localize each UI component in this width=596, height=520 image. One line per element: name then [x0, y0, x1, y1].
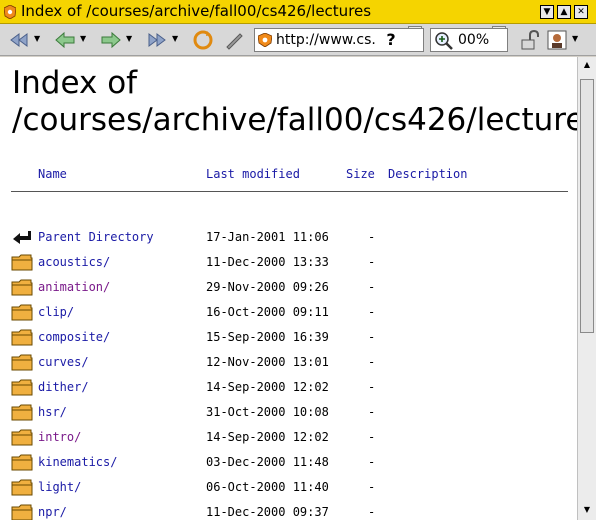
- entry-last-modified: 14-Sep-2000 12:02: [206, 430, 329, 444]
- table-row: light/06-Oct-2000 11:40 -: [0, 478, 577, 504]
- table-row: animation/29-Nov-2000 09:26 -: [0, 278, 577, 304]
- entry-size: -: [368, 305, 376, 319]
- site-icon: [258, 33, 272, 47]
- zoom-value[interactable]: 00%: [458, 32, 489, 48]
- folder-icon[interactable]: [11, 378, 33, 396]
- entry-name-link[interactable]: composite/: [38, 330, 110, 344]
- entry-last-modified: 17-Jan-2001 11:06: [206, 230, 329, 244]
- entry-name-link[interactable]: npr/: [38, 505, 67, 519]
- entry-name-link[interactable]: animation/: [38, 280, 110, 294]
- entry-name-link[interactable]: curves/: [38, 355, 89, 369]
- url-text[interactable]: http://www.cs.: [276, 32, 376, 48]
- entry-name-link[interactable]: light/: [38, 480, 81, 494]
- table-row: clip/16-Oct-2000 09:11 -: [0, 303, 577, 329]
- scroll-up-arrow-icon[interactable]: ▲: [581, 59, 593, 71]
- title-bar: Index of /courses/archive/fall00/cs426/l…: [0, 0, 596, 24]
- entry-name-link[interactable]: acoustics/: [38, 255, 110, 269]
- entry-size: -: [368, 405, 376, 419]
- edit-pen-icon[interactable]: [222, 28, 246, 52]
- parent-directory-icon[interactable]: [11, 228, 33, 246]
- zoom-magnifier-icon: [435, 32, 453, 50]
- entry-name-link[interactable]: hsr/: [38, 405, 67, 419]
- reload-icon[interactable]: [190, 28, 216, 52]
- folder-icon[interactable]: [11, 403, 33, 421]
- folder-icon[interactable]: [11, 453, 33, 471]
- rewind-menu-chevron-icon[interactable]: ▼: [34, 34, 40, 44]
- entry-name-link[interactable]: clip/: [38, 305, 74, 319]
- table-row: curves/12-Nov-2000 13:01 -: [0, 353, 577, 379]
- maximize-button[interactable]: ▲: [557, 5, 571, 19]
- entry-last-modified: 31-Oct-2000 10:08: [206, 405, 329, 419]
- entry-last-modified: 14-Sep-2000 12:02: [206, 380, 329, 394]
- forward-menu-chevron-icon[interactable]: ▼: [126, 34, 132, 44]
- entry-last-modified: 06-Oct-2000 11:40: [206, 480, 329, 494]
- column-header-name[interactable]: Name: [38, 167, 67, 181]
- column-header-description[interactable]: Description: [388, 167, 467, 181]
- minimize-button[interactable]: ▼: [540, 5, 554, 19]
- entry-last-modified: 12-Nov-2000 13:01: [206, 355, 329, 369]
- folder-icon[interactable]: [11, 428, 33, 446]
- window-title: Index of /courses/archive/fall00/cs426/l…: [21, 2, 372, 20]
- header-divider: [11, 191, 568, 192]
- folder-icon[interactable]: [11, 478, 33, 496]
- page-content: Index of /courses/archive/fall00/cs426/l…: [0, 57, 577, 520]
- table-row: intro/14-Sep-2000 12:02 -: [0, 428, 577, 454]
- zoom-field[interactable]: 00%: [430, 28, 508, 52]
- entry-size: -: [368, 480, 376, 494]
- table-row: hsr/31-Oct-2000 10:08 -: [0, 403, 577, 429]
- table-row: kinematics/03-Dec-2000 11:48 -: [0, 453, 577, 479]
- back-menu-chevron-icon[interactable]: ▼: [80, 34, 86, 44]
- entry-name-link[interactable]: kinematics/: [38, 455, 117, 469]
- forward-arrow-icon[interactable]: [98, 28, 124, 52]
- column-header-size[interactable]: Size: [346, 167, 375, 181]
- table-row: composite/15-Sep-2000 16:39 -: [0, 328, 577, 354]
- entry-last-modified: 29-Nov-2000 09:26: [206, 280, 329, 294]
- table-row: npr/11-Dec-2000 09:37 -: [0, 503, 577, 520]
- rewind-icon[interactable]: [6, 28, 32, 52]
- entry-size: -: [368, 430, 376, 444]
- entry-last-modified: 11-Dec-2000 13:33: [206, 255, 329, 269]
- scrollbar-thumb[interactable]: [580, 79, 594, 333]
- entry-name-link[interactable]: dither/: [38, 380, 89, 394]
- table-row: acoustics/11-Dec-2000 13:33 -: [0, 253, 577, 279]
- address-bar[interactable]: http://www.cs. ?: [254, 28, 424, 52]
- page-heading: Index of /courses/archive/fall00/cs426/l…: [12, 65, 577, 138]
- entry-last-modified: 16-Oct-2000 09:11: [206, 305, 329, 319]
- scroll-down-arrow-icon[interactable]: ▼: [581, 504, 593, 516]
- entry-size: -: [368, 455, 376, 469]
- entry-last-modified: 11-Dec-2000 09:37: [206, 505, 329, 519]
- folder-icon[interactable]: [11, 503, 33, 520]
- entry-size: -: [368, 380, 376, 394]
- help-icon[interactable]: ?: [381, 30, 401, 50]
- security-unlock-icon[interactable]: [518, 28, 540, 52]
- folder-icon[interactable]: [11, 278, 33, 296]
- entry-size: -: [368, 505, 376, 519]
- entry-size: -: [368, 255, 376, 269]
- user-profile-icon[interactable]: [546, 28, 568, 52]
- entry-size: -: [368, 230, 376, 244]
- back-arrow-icon[interactable]: [52, 28, 78, 52]
- folder-icon[interactable]: [11, 253, 33, 271]
- entry-size: -: [368, 280, 376, 294]
- entry-last-modified: 03-Dec-2000 11:48: [206, 455, 329, 469]
- fast-forward-menu-chevron-icon[interactable]: ▼: [172, 34, 178, 44]
- parent-directory-row: Parent Directory 17-Jan-2001 11:06 -: [0, 230, 577, 254]
- profile-menu-chevron-icon[interactable]: ▼: [572, 34, 578, 44]
- column-header-last-modified[interactable]: Last modified: [206, 167, 300, 181]
- folder-icon[interactable]: [11, 328, 33, 346]
- entry-name-link[interactable]: intro/: [38, 430, 81, 444]
- entry-name-link[interactable]: Parent Directory: [38, 230, 154, 244]
- fast-forward-icon[interactable]: [144, 28, 170, 52]
- entry-last-modified: 15-Sep-2000 16:39: [206, 330, 329, 344]
- browser-app-icon: [4, 5, 16, 19]
- close-button[interactable]: ✕: [574, 5, 588, 19]
- table-row: dither/14-Sep-2000 12:02 -: [0, 378, 577, 404]
- folder-icon[interactable]: [11, 303, 33, 321]
- entry-size: -: [368, 330, 376, 344]
- entry-size: -: [368, 355, 376, 369]
- folder-icon[interactable]: [11, 353, 33, 371]
- vertical-scrollbar[interactable]: ▲ ▼: [577, 57, 596, 520]
